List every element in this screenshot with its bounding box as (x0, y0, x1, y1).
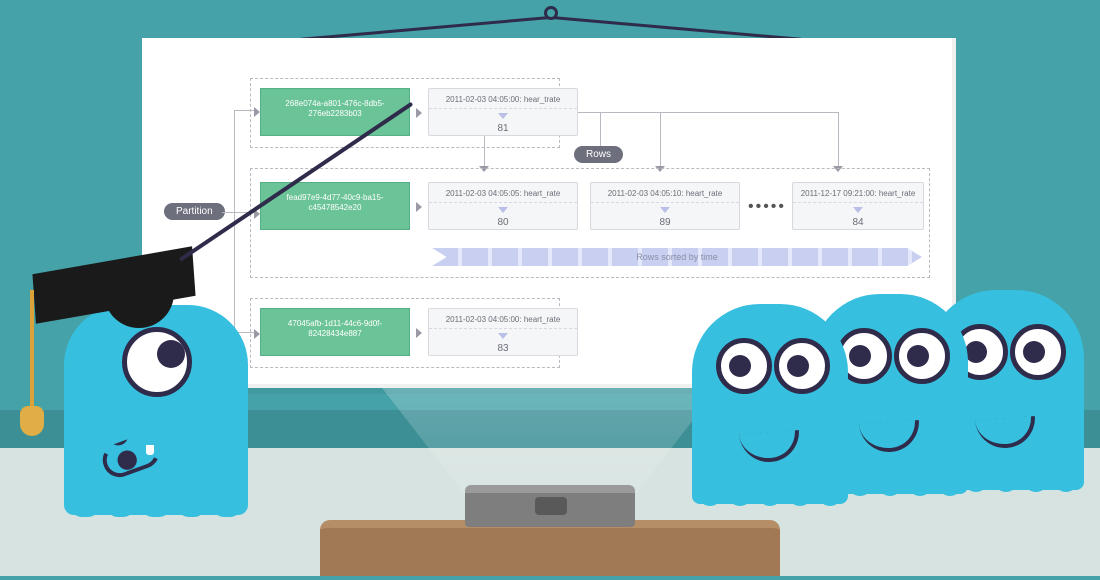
cell-header: 2011-02-03 04:05:10: heart_rate (591, 185, 739, 203)
wire (660, 112, 661, 168)
data-cell: 2011-02-03 04:05:00: hear_trate 81 (428, 88, 578, 136)
rows-label: Rows (574, 146, 623, 163)
triangle-icon (853, 207, 863, 213)
wire (600, 112, 601, 146)
cell-header: 2011-02-03 04:05:00: heart_rate (429, 311, 577, 329)
hanger-hook-icon (544, 6, 558, 20)
data-cell: 2011-12-17 09:21:00: heart_rate 84 (792, 182, 924, 230)
cell-header: 2011-02-03 04:05:00: hear_trate (429, 91, 577, 109)
partition-label: Partition (164, 203, 225, 220)
triangle-icon (498, 113, 508, 119)
projector-icon (465, 485, 635, 527)
projector-lens-icon (535, 497, 567, 515)
cell-value: 84 (852, 217, 863, 228)
data-cell: 2011-02-03 04:05:10: heart_rate 89 (590, 182, 740, 230)
sorted-band: Rows sorted by time (432, 248, 922, 266)
cell-value: 89 (659, 217, 670, 228)
cell-header: 2011-02-03 04:05:05: heart_rate (429, 185, 577, 203)
cell-value: 83 (497, 343, 508, 354)
arrowhead-icon (416, 202, 422, 212)
sorted-label: Rows sorted by time (636, 252, 718, 262)
partition-key: 47045afb-1d11-44c6-9d0f-82428434e887 (260, 308, 410, 356)
triangle-icon (498, 207, 508, 213)
ellipsis-icon: ••••• (748, 198, 786, 216)
cell-value: 80 (497, 217, 508, 228)
arrowhead-icon (416, 328, 422, 338)
cell-value: 81 (497, 123, 508, 134)
triangle-icon (660, 207, 670, 213)
partition-key: 268e074a-a801-476c-8db5-276eb2283b03 (260, 88, 410, 136)
cell-header: 2011-12-17 09:21:00: heart_rate (793, 185, 923, 203)
tassel-icon (30, 290, 34, 410)
student-characters (680, 280, 1100, 580)
data-cell: 2011-02-03 04:05:00: heart_rate 83 (428, 308, 578, 356)
wire (838, 112, 839, 168)
data-cell: 2011-02-03 04:05:05: heart_rate 80 (428, 182, 578, 230)
triangle-icon (498, 333, 508, 339)
arrowhead-icon (416, 108, 422, 118)
